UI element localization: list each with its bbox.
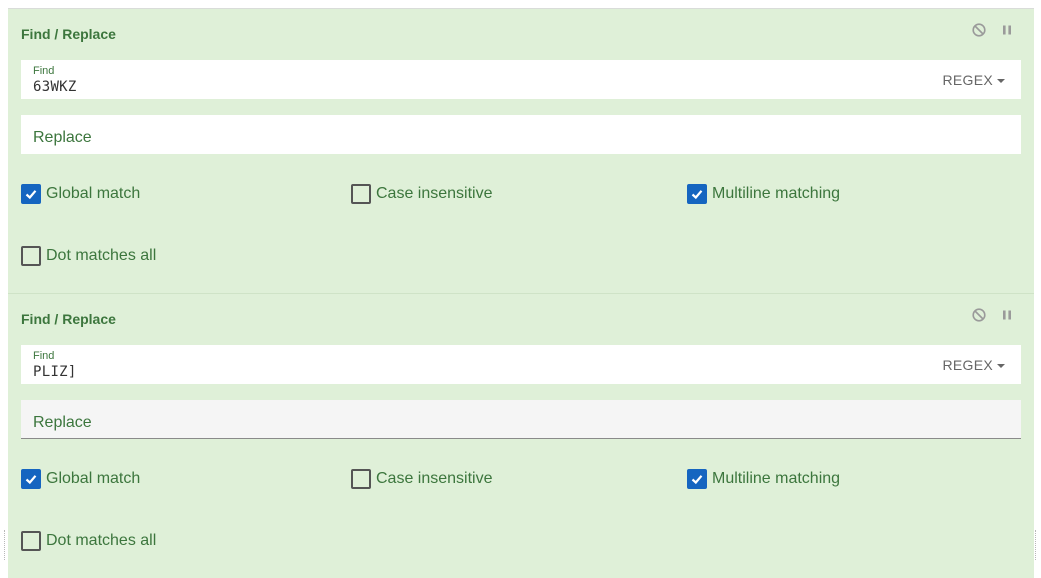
- global-match-checkbox[interactable]: Global match: [21, 469, 140, 489]
- case-insensitive-checkbox[interactable]: Case insensitive: [351, 184, 493, 204]
- disable-icon[interactable]: [972, 23, 986, 37]
- chevron-down-icon: [997, 78, 1005, 83]
- dot-all-label: Dot matches all: [46, 247, 157, 264]
- pause-icon[interactable]: [1000, 308, 1014, 322]
- global-match-label: Global match: [46, 185, 141, 202]
- checkbox-checked-icon[interactable]: [21, 469, 41, 489]
- replace-field[interactable]: Replace: [21, 400, 1021, 439]
- checkbox-checked-icon[interactable]: [21, 184, 41, 204]
- case-insensitive-label: Case insensitive: [376, 470, 493, 487]
- operation-title: Find / Replace: [21, 311, 116, 327]
- dot-all-checkbox[interactable]: Dot matches all: [21, 246, 156, 266]
- dot-all-checkbox[interactable]: Dot matches all: [21, 531, 156, 551]
- regex-dropdown[interactable]: REGEX: [942, 72, 1005, 88]
- regex-dropdown-label: REGEX: [942, 357, 993, 373]
- operation-controls: [972, 23, 1014, 37]
- replace-input[interactable]: Replace: [33, 129, 92, 147]
- find-field[interactable]: Find 63WKZ REGEX: [21, 60, 1021, 99]
- multiline-checkbox[interactable]: Multiline matching: [687, 469, 840, 489]
- regex-dropdown[interactable]: REGEX: [942, 357, 1005, 373]
- case-insensitive-checkbox[interactable]: Case insensitive: [351, 469, 493, 489]
- multiline-label: Multiline matching: [712, 185, 841, 202]
- find-label: Find: [33, 65, 55, 77]
- chevron-down-icon: [997, 363, 1005, 368]
- global-match-label: Global match: [46, 470, 141, 487]
- dot-all-label: Dot matches all: [46, 532, 157, 549]
- find-input[interactable]: 63WKZ: [33, 79, 77, 95]
- checkbox-unchecked-icon[interactable]: [21, 531, 41, 551]
- regex-dropdown-label: REGEX: [942, 72, 993, 88]
- operation-find-replace-2: Find / Replace Find PLIZ] REGEX Replace: [8, 294, 1034, 578]
- checkbox-checked-icon[interactable]: [687, 184, 707, 204]
- case-insensitive-label: Case insensitive: [376, 185, 493, 202]
- global-match-checkbox[interactable]: Global match: [21, 184, 140, 204]
- disable-icon[interactable]: [972, 308, 986, 322]
- replace-field[interactable]: Replace: [21, 115, 1021, 154]
- find-field[interactable]: Find PLIZ] REGEX: [21, 345, 1021, 384]
- operation-find-replace-1: Find / Replace Find 63WKZ REGEX Replace: [8, 9, 1034, 293]
- find-label: Find: [33, 350, 55, 362]
- resize-handle-left[interactable]: [4, 530, 6, 560]
- multiline-checkbox[interactable]: Multiline matching: [687, 184, 840, 204]
- checkbox-checked-icon[interactable]: [687, 469, 707, 489]
- operation-controls: [972, 308, 1014, 322]
- checkbox-unchecked-icon[interactable]: [21, 246, 41, 266]
- multiline-label: Multiline matching: [712, 470, 841, 487]
- find-input[interactable]: PLIZ]: [33, 364, 77, 380]
- resize-handle-right[interactable]: [1035, 530, 1037, 560]
- pause-icon[interactable]: [1000, 23, 1014, 37]
- operation-title: Find / Replace: [21, 26, 116, 42]
- recipe-panel: Find / Replace Find 63WKZ REGEX Replace: [0, 0, 1041, 578]
- replace-input[interactable]: Replace: [33, 414, 92, 432]
- checkbox-unchecked-icon[interactable]: [351, 184, 371, 204]
- checkbox-unchecked-icon[interactable]: [351, 469, 371, 489]
